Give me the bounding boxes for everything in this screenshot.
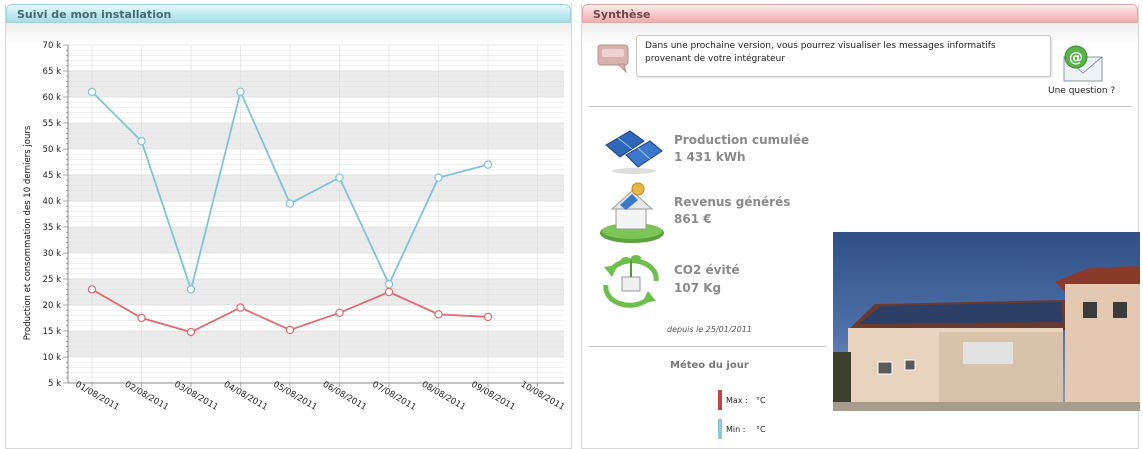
svg-text:@: @ (1069, 50, 1083, 66)
max-temp-label: Max : (726, 396, 748, 405)
min-temp-label: Min : (726, 425, 746, 434)
y-tick-label: 40 k (43, 197, 62, 207)
question-link[interactable]: Une question ? (1048, 86, 1115, 96)
x-tick-label: 05/08/2011 (271, 380, 318, 413)
data-point[interactable] (434, 310, 443, 319)
data-point[interactable] (285, 199, 295, 208)
x-tick-label: 04/08/2011 (222, 380, 269, 413)
min-temp-unit: °C (756, 425, 766, 434)
production-panel-title: Suivi de mon installation (6, 4, 571, 23)
x-tick-label: 07/08/2011 (370, 380, 417, 413)
data-point[interactable] (434, 173, 443, 182)
y-tick-label: 60 k (43, 93, 62, 103)
x-tick-label: 01/08/2011 (73, 380, 120, 413)
data-point[interactable] (335, 173, 344, 182)
y-tick-label: 65 k (43, 67, 62, 77)
since-date: depuis le 25/01/2011 (667, 325, 752, 334)
data-point[interactable] (137, 136, 146, 146)
stat-revenue-value: 861 € (674, 212, 712, 226)
production-chart: 5 k 10 k 15 k 20 k 25 k 30 k 35 k 40 k 45 k 50 k 5… (23, 41, 566, 413)
grid-band (68, 331, 564, 357)
data-point[interactable] (384, 287, 394, 297)
y-tick-label: 25 k (43, 275, 62, 285)
x-tick-label: 02/08/2011 (123, 380, 170, 413)
weather-title: Méteo du jour (670, 360, 749, 371)
data-point[interactable] (236, 87, 245, 97)
y-tick-label: 10 k (43, 353, 62, 363)
x-tick-label: 03/08/2011 (172, 380, 219, 413)
y-tick-label: 15 k (43, 327, 62, 337)
grid-band (68, 227, 564, 253)
stat-revenue-title: Revenus générés (674, 195, 791, 209)
x-tick-label: 09/08/2011 (469, 380, 516, 413)
stat-production-value: 1 431 kWh (674, 150, 746, 164)
max-temp-bar (718, 390, 722, 410)
production-panel: Suivi de mon installation 5 k 10 k 15 k 20 … (5, 4, 572, 449)
info-message-box: Dans une prochaine version, vous pourrez… (636, 35, 1051, 77)
data-point[interactable] (87, 87, 97, 97)
data-point[interactable] (137, 313, 146, 323)
data-point[interactable] (483, 160, 493, 169)
email-question-icon[interactable]: @ (1058, 43, 1108, 83)
y-tick-label: 45 k (43, 171, 62, 181)
y-tick-label: 35 k (43, 223, 62, 233)
data-point[interactable] (285, 325, 295, 335)
y-tick-label: 70 k (43, 41, 62, 51)
synthese-panel: Synthèse Dans une prochaine version, vou… (581, 4, 1140, 449)
data-point[interactable] (186, 327, 196, 337)
data-point[interactable] (335, 308, 344, 317)
synthese-panel-body: Dans une prochaine version, vous pourrez… (582, 23, 1140, 448)
y-axis-label: Production et consommation des 10 dernie… (23, 125, 33, 340)
stat-co2-title: CO2 évité (674, 263, 740, 277)
top-separator (589, 106, 1132, 107)
weather-separator (589, 346, 826, 347)
speech-bubble-icon (597, 44, 629, 73)
y-tick-label: 55 k (43, 119, 62, 129)
min-temp-bar (718, 419, 722, 439)
grid-band (68, 175, 564, 201)
recycle-plant-icon (603, 255, 659, 308)
y-tick-label: 20 k (43, 301, 62, 311)
synthese-panel-title: Synthèse (582, 4, 1138, 23)
data-point[interactable] (186, 285, 196, 294)
y-tick-label: 5 k (48, 379, 61, 389)
data-point[interactable] (483, 312, 493, 322)
x-tick-label: 10/08/2011 (519, 380, 566, 413)
grid-band (68, 71, 564, 97)
y-tick-label: 30 k (43, 249, 62, 259)
x-tick-label: 06/08/2011 (321, 380, 368, 413)
data-point[interactable] (87, 285, 97, 294)
x-tick-label: 08/08/2011 (420, 380, 467, 413)
production-panel-body: 5 k 10 k 15 k 20 k 25 k 30 k 35 k 40 k 45 k 50 k 5… (6, 23, 571, 448)
stat-co2-value: 107 Kg (674, 281, 722, 295)
data-point[interactable] (384, 280, 394, 289)
data-point[interactable] (236, 303, 245, 312)
grid-band (68, 279, 564, 305)
y-tick-label: 50 k (43, 145, 62, 155)
max-temp-unit: °C (756, 396, 766, 405)
house-coins-icon (600, 182, 664, 243)
stat-production-title: Production cumulée (674, 133, 810, 147)
installation-photo (833, 232, 1140, 411)
solar-panels-icon (605, 130, 663, 174)
